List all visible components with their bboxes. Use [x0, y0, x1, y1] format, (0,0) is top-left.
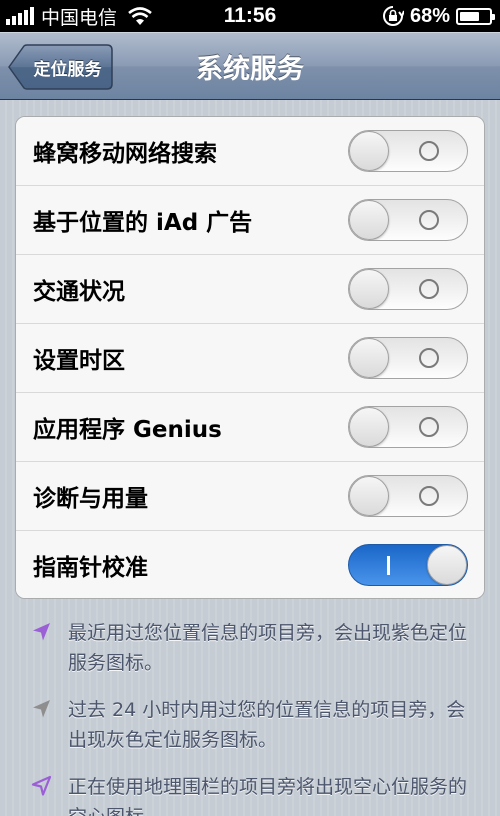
settings-row: 交通状况: [16, 255, 484, 324]
back-button[interactable]: 定位服务: [8, 44, 113, 90]
location-legend: 最近用过您位置信息的项目旁，会出现紫色定位服务图标。 过去 24 小时内用过您的…: [30, 618, 470, 816]
back-button-label: 定位服务: [33, 59, 102, 80]
legend-text: 最近用过您位置信息的项目旁，会出现紫色定位服务图标。: [68, 622, 468, 674]
location-iad-toggle[interactable]: [348, 199, 468, 241]
legend-item: 过去 24 小时内用过您的位置信息的项目旁，会出现灰色定位服务图标。: [30, 695, 470, 755]
diagnostics-toggle[interactable]: [348, 475, 468, 517]
traffic-toggle[interactable]: [348, 268, 468, 310]
location-arrow-outline-icon: [31, 775, 52, 796]
settings-row: 应用程序 Genius: [16, 393, 484, 462]
wifi-icon: [128, 7, 152, 25]
location-arrow-purple-icon: [33, 623, 50, 641]
settings-row: 指南针校准: [16, 531, 484, 598]
battery-icon: [456, 7, 495, 25]
legend-item: 正在使用地理围栏的项目旁将出现空心位服务的空心图标。: [30, 772, 470, 816]
settings-group: 蜂窝移动网络搜索 基于位置的 iAd 广告 交通状况 设置时区 应用程序 Gen…: [15, 116, 485, 599]
status-bar: 中国电信 11:56 68%: [0, 0, 500, 32]
legend-text: 过去 24 小时内用过您的位置信息的项目旁，会出现灰色定位服务图标。: [68, 699, 466, 751]
setting-label: 指南针校准: [33, 554, 148, 581]
settings-row: 诊断与用量: [16, 462, 484, 531]
time-zone-toggle[interactable]: [348, 337, 468, 379]
battery-percent: 68%: [409, 4, 450, 27]
cellular-search-toggle[interactable]: [348, 130, 468, 172]
settings-row: 蜂窝移动网络搜索: [16, 117, 484, 186]
rotation-lock-icon: [383, 6, 404, 26]
setting-label: 应用程序 Genius: [33, 417, 222, 443]
setting-label: 诊断与用量: [33, 486, 148, 512]
navigation-bar: 定位服务 系统服务: [0, 32, 500, 100]
location-arrow-gray-icon: [33, 700, 50, 718]
setting-label: 蜂窝移动网络搜索: [33, 141, 217, 167]
legend-text: 正在使用地理围栏的项目旁将出现空心位服务的空心图标。: [68, 776, 468, 816]
genius-toggle[interactable]: [348, 406, 468, 448]
setting-label: 设置时区: [33, 348, 125, 374]
legend-item: 最近用过您位置信息的项目旁，会出现紫色定位服务图标。: [30, 618, 470, 678]
battery-fill: [460, 11, 480, 21]
settings-row: 设置时区: [16, 324, 484, 393]
setting-label: 交通状况: [33, 279, 125, 305]
settings-row: 基于位置的 iAd 广告: [16, 186, 484, 255]
carrier-name: 中国电信: [41, 6, 118, 29]
compass-calibration-toggle[interactable]: [348, 543, 468, 586]
signal-icon: [6, 7, 34, 25]
setting-label: 基于位置的 iAd 广告: [33, 210, 253, 236]
